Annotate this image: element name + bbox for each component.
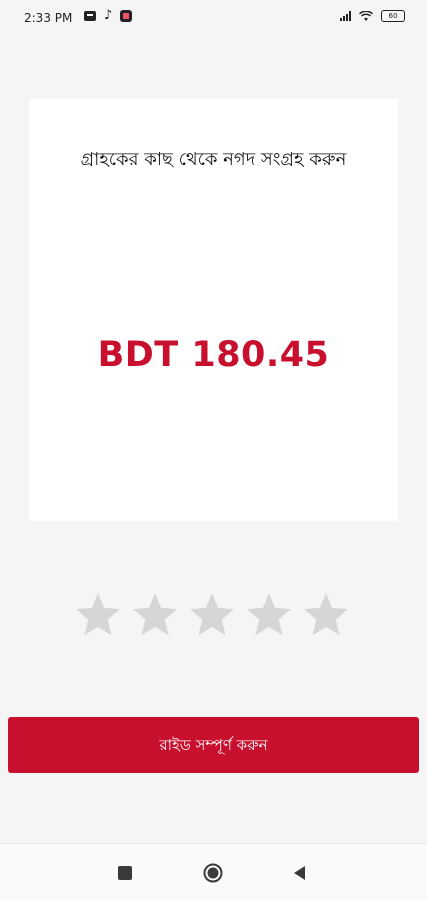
complete-ride-button[interactable]: রাইড সম্পূর্ণ করুন	[8, 717, 419, 773]
screen: 2:33 PM ♪ 60 গ্রাহকের কাছ থেকে নগদ সংগ্র…	[0, 0, 427, 900]
status-time: 2:33 PM	[24, 11, 73, 25]
cash-collection-card: গ্রাহকের কাছ থেকে নগদ সংগ্রহ করুন BDT 18…	[29, 99, 398, 521]
star-icon-2[interactable]	[130, 590, 180, 640]
signal-icon	[340, 11, 351, 21]
message-icon	[84, 11, 96, 21]
star-icon-3[interactable]	[187, 590, 237, 640]
notification-icons: ♪	[84, 8, 133, 23]
home-button[interactable]	[203, 863, 223, 883]
rating-stars	[73, 590, 351, 640]
star-icon-1[interactable]	[73, 590, 123, 640]
battery-icon: 60	[381, 10, 405, 22]
card-title: গ্রাহকের কাছ থেকে নগদ সংগ্রহ করুন	[80, 149, 347, 170]
tiktok-icon: ♪	[104, 8, 113, 23]
recent-apps-button[interactable]	[118, 866, 132, 880]
fare-amount: BDT 180.45	[97, 335, 330, 375]
wifi-icon	[359, 10, 373, 22]
star-icon-4[interactable]	[244, 590, 294, 640]
star-icon-5[interactable]	[301, 590, 351, 640]
navigation-bar	[0, 843, 427, 900]
back-button[interactable]	[292, 865, 306, 881]
app-notification-icon	[120, 10, 133, 22]
status-bar: 2:33 PM ♪ 60	[0, 0, 427, 36]
system-icons: 60	[340, 10, 405, 22]
